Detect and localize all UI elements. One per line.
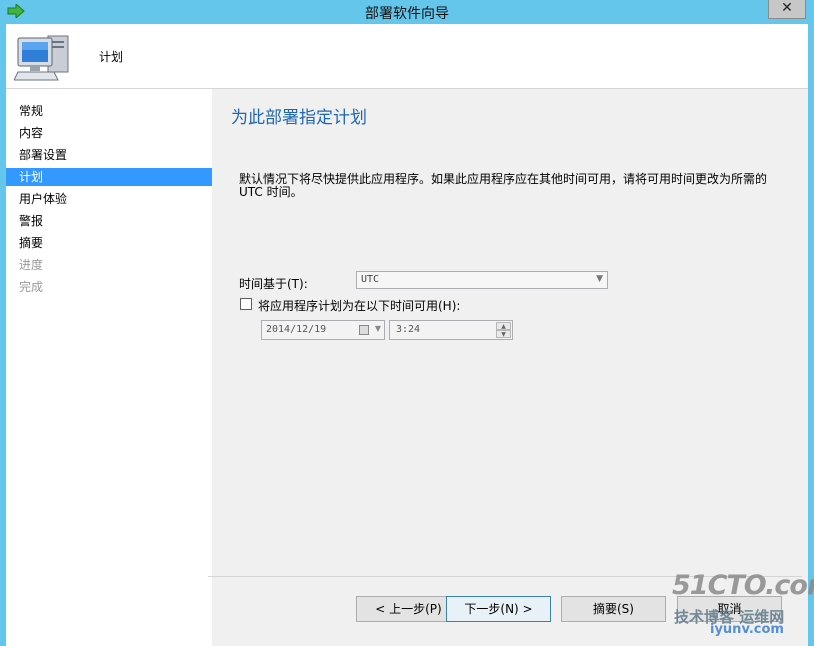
- sidebar-item-progress: 进度: [19, 258, 44, 272]
- wizard-header: 计划: [6, 24, 808, 89]
- schedule-checkbox-label[interactable]: 将应用程序计划为在以下时间可用(H):: [258, 297, 460, 314]
- window-title: 部署软件向导: [365, 6, 449, 22]
- spin-up-icon[interactable]: ▲: [496, 322, 511, 330]
- page-title: 为此部署指定计划: [231, 108, 367, 128]
- cancel-button[interactable]: 取消: [677, 596, 782, 622]
- wizard-window: 计划 常规 内容 部署设置 计划 用户体验 警报 摘要 进度 完成 为此部署指定…: [6, 24, 808, 646]
- date-picker[interactable]: 2014/12/19 ▼: [261, 320, 385, 340]
- sidebar-item-general[interactable]: 常规: [6, 102, 212, 120]
- next-button[interactable]: 下一步(N) >: [446, 596, 551, 622]
- sidebar-item-deployment-settings[interactable]: 部署设置: [6, 146, 212, 164]
- main-panel: 为此部署指定计划 默认情况下将尽快提供此应用程序。如果此应用程序应在其他时间可用…: [214, 89, 808, 600]
- date-value: 2014/12/19: [266, 324, 327, 335]
- summary-button[interactable]: 摘要(S): [561, 596, 666, 622]
- schedule-checkbox[interactable]: [240, 298, 252, 310]
- sidebar-item-alerts[interactable]: 警报: [6, 212, 212, 230]
- spin-down-icon[interactable]: ▼: [496, 330, 511, 338]
- time-value: 3:24: [396, 324, 421, 335]
- header-title: 计划: [99, 50, 124, 64]
- footer-divider: [208, 576, 802, 577]
- close-button[interactable]: ✕: [768, 0, 806, 19]
- time-based-value: UTC: [361, 274, 380, 285]
- sidebar-item-scheduling[interactable]: 计划: [6, 168, 212, 186]
- chevron-down-icon: ▼: [596, 274, 603, 284]
- description-text: 默认情况下将尽快提供此应用程序。如果此应用程序应在其他时间可用，请将可用时间更改…: [239, 172, 768, 199]
- time-based-label: 时间基于(T):: [239, 277, 308, 291]
- chevron-down-icon[interactable]: ▼: [375, 324, 381, 333]
- computer-icon: [14, 35, 69, 81]
- sidebar-item-summary[interactable]: 摘要: [6, 234, 212, 252]
- time-picker[interactable]: 3:24 ▲ ▼: [389, 320, 513, 340]
- sidebar-item-user-experience[interactable]: 用户体验: [6, 190, 212, 208]
- title-bar: 部署软件向导 ✕: [0, 0, 814, 24]
- time-based-select[interactable]: UTC ▼: [356, 271, 608, 289]
- calendar-icon[interactable]: [359, 325, 369, 335]
- sidebar-item-content[interactable]: 内容: [6, 124, 212, 142]
- sidebar-item-completion: 完成: [19, 280, 44, 294]
- wizard-sidebar: 常规 内容 部署设置 计划 用户体验 警报 摘要 进度 完成: [6, 89, 212, 646]
